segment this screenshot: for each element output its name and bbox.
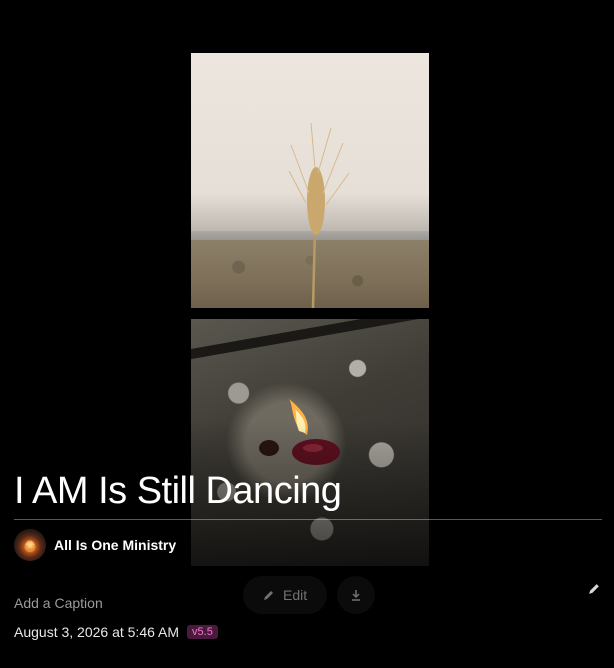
post-image-wheat[interactable] <box>191 53 429 308</box>
caption-edit-button[interactable] <box>586 580 602 596</box>
version-badge: v5.5 <box>187 625 218 639</box>
flame-icon: ✺ <box>24 538 36 552</box>
wheat-stalk-illustration <box>288 122 350 308</box>
post-toolbar: Edit <box>243 575 376 615</box>
author-name[interactable]: All Is One Ministry <box>54 537 176 553</box>
caption-input[interactable]: Add a Caption <box>14 595 103 611</box>
post-title: I AM Is Still Dancing <box>14 470 342 512</box>
download-button[interactable] <box>337 576 376 614</box>
pencil-icon <box>588 583 599 594</box>
edit-button[interactable]: Edit <box>243 576 328 614</box>
pencil-icon <box>264 591 273 600</box>
edit-button-label: Edit <box>283 587 308 603</box>
download-icon <box>352 590 361 601</box>
title-divider <box>14 519 602 520</box>
post-timestamp: August 3, 2026 at 5:46 AM <box>14 624 180 640</box>
post-meta: August 3, 2026 at 5:46 AM v5.5 <box>14 624 218 640</box>
avatar[interactable]: ✺ <box>14 529 46 561</box>
post-viewer: I AM Is Still Dancing ✺ All Is One Minis… <box>0 0 614 668</box>
author-row[interactable]: ✺ All Is One Ministry <box>14 529 176 561</box>
